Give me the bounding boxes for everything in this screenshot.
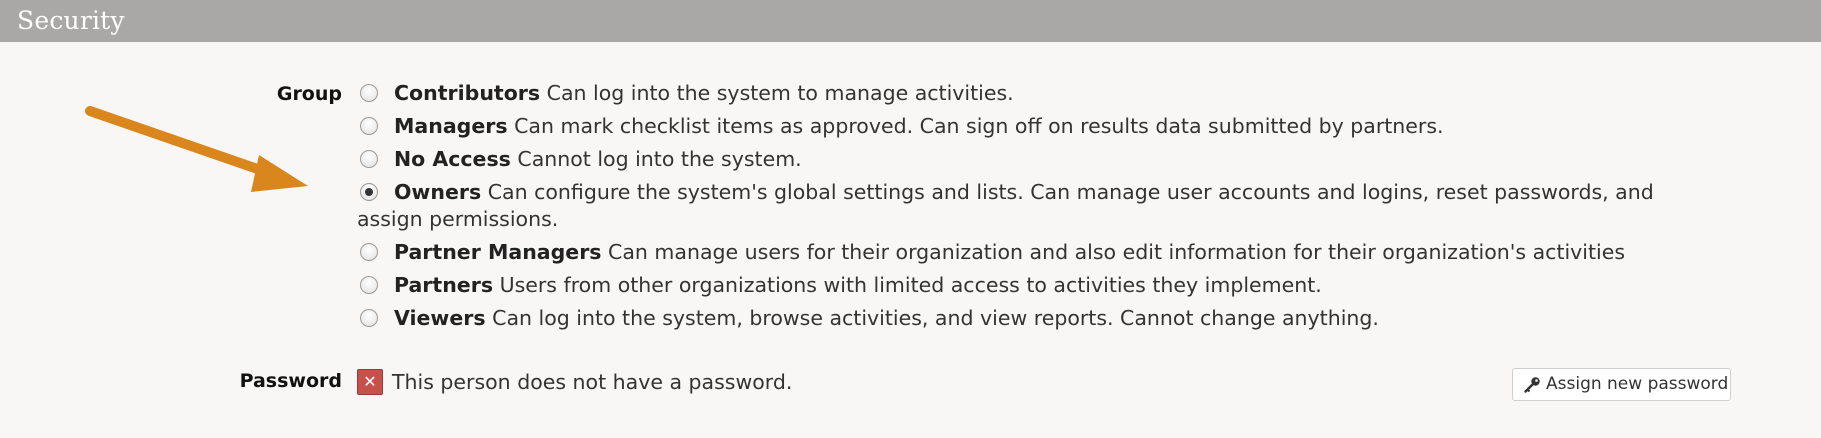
radio-option-description: Can log into the system, browse activiti…	[492, 306, 1379, 330]
radio-option-name: No Access	[394, 147, 511, 171]
radio-option-name: Managers	[394, 114, 508, 138]
radio-option-contributors[interactable]: Contributors Can log into the system to …	[357, 80, 1717, 107]
key-icon	[1524, 377, 1540, 393]
radio-button[interactable]	[360, 117, 378, 135]
password-label: Password	[239, 370, 342, 392]
radio-option-description: Can mark checklist items as approved. Ca…	[514, 114, 1444, 138]
section-title: Security	[17, 6, 125, 35]
radio-option-partner-managers[interactable]: Partner Managers Can manage users for th…	[357, 239, 1717, 266]
radio-option-description: Can manage users for their organization …	[608, 240, 1626, 264]
radio-option-description: Can log into the system to manage activi…	[546, 81, 1014, 105]
radio-button[interactable]	[360, 309, 378, 327]
section-header: Security	[0, 0, 1821, 42]
radio-option-name: Owners	[394, 180, 482, 204]
radio-button[interactable]	[360, 276, 378, 294]
radio-option-name: Partners	[394, 273, 494, 297]
arrow-annotation-icon	[85, 106, 308, 192]
radio-option-name: Partner Managers	[394, 240, 602, 264]
radio-button[interactable]	[360, 84, 378, 102]
radio-option-name: Contributors	[394, 81, 541, 105]
radio-option-partners[interactable]: Partners Users from other organizations …	[357, 272, 1717, 299]
radio-option-description: Can configure the system's global settin…	[357, 180, 1654, 231]
radio-button[interactable]	[360, 150, 378, 168]
x-icon: ✕	[357, 369, 383, 395]
radio-option-description: Users from other organizations with limi…	[499, 273, 1322, 297]
radio-option-viewers[interactable]: Viewers Can log into the system, browse …	[357, 305, 1717, 332]
radio-option-description: Cannot log into the system.	[517, 147, 802, 171]
radio-option-no-access[interactable]: No Access Cannot log into the system.	[357, 146, 1717, 173]
x-glyph: ✕	[363, 372, 377, 391]
radio-button-selected[interactable]	[360, 183, 378, 201]
radio-option-managers[interactable]: Managers Can mark checklist items as app…	[357, 113, 1717, 140]
group-label: Group	[276, 83, 342, 105]
assign-new-password-label: Assign new password	[1546, 374, 1729, 394]
radio-option-name: Viewers	[394, 306, 486, 330]
password-status-text: This person does not have a password.	[392, 370, 793, 394]
group-radio-list: Contributors Can log into the system to …	[357, 80, 1717, 338]
radio-button[interactable]	[360, 243, 378, 261]
assign-new-password-button[interactable]: Assign new password	[1512, 368, 1731, 401]
radio-option-owners[interactable]: Owners Can configure the system's global…	[357, 179, 1717, 233]
